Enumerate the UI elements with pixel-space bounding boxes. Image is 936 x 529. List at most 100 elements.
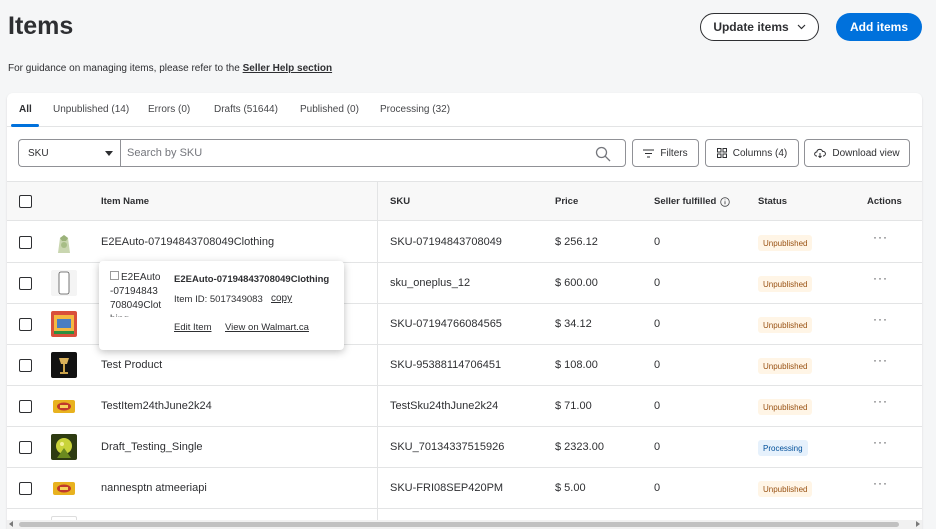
active-tab-indicator bbox=[11, 124, 39, 127]
row-checkbox[interactable] bbox=[19, 400, 32, 413]
broken-image-icon bbox=[110, 271, 119, 280]
item-name[interactable]: TestItem24thJune2k24 bbox=[101, 400, 212, 412]
filter-icon bbox=[643, 148, 655, 158]
tab-published[interactable]: Published (0) bbox=[300, 104, 359, 115]
item-sku: TestSku24thJune2k24 bbox=[390, 400, 499, 412]
item-thumbnail[interactable] bbox=[51, 475, 77, 501]
status-badge: Unpublished bbox=[758, 399, 813, 415]
popover-item-id: Item ID: 5017349083 bbox=[174, 294, 263, 305]
row-actions-menu-icon[interactable]: ··· bbox=[873, 230, 888, 244]
row-actions-menu-icon[interactable]: ··· bbox=[873, 476, 888, 490]
row-actions-menu-icon[interactable]: ··· bbox=[873, 312, 888, 326]
item-seller-fulfilled: 0 bbox=[654, 318, 661, 330]
row-checkbox[interactable] bbox=[19, 277, 32, 290]
download-view-button[interactable]: Download view bbox=[804, 139, 910, 167]
item-thumbnail[interactable] bbox=[51, 352, 77, 378]
item-seller-fulfilled: 0 bbox=[654, 359, 661, 371]
header-actions: Actions bbox=[867, 196, 902, 207]
select-all-checkbox[interactable] bbox=[19, 195, 32, 208]
item-thumbnail[interactable] bbox=[51, 270, 77, 296]
scroll-left-icon[interactable] bbox=[9, 521, 13, 527]
row-checkbox[interactable] bbox=[19, 318, 32, 331]
horizontal-scrollbar[interactable] bbox=[7, 520, 922, 529]
item-sku: SKU_70134337515926 bbox=[390, 441, 505, 453]
update-items-button[interactable]: Update items bbox=[700, 13, 819, 41]
tab-drafts[interactable]: Drafts (51644) bbox=[214, 104, 278, 115]
item-preview-popover: E2EAuto-07194843708049Clothing E2EAuto-0… bbox=[99, 261, 344, 350]
item-thumbnail[interactable] bbox=[51, 229, 77, 255]
copy-item-id-link[interactable]: copy bbox=[271, 293, 292, 304]
row-actions-menu-icon[interactable]: ··· bbox=[873, 271, 888, 285]
tab-processing[interactable]: Processing (32) bbox=[380, 104, 450, 115]
table-header: Item Name SKU Price Seller fulfilled Sta… bbox=[7, 181, 922, 221]
cloud-download-icon bbox=[814, 148, 827, 158]
status-badge: Unpublished bbox=[758, 481, 813, 497]
item-sku: SKU-FRI08SEP420PM bbox=[390, 482, 504, 494]
item-price: $ 5.00 bbox=[555, 482, 586, 494]
header-seller-fulfilled[interactable]: Seller fulfilled bbox=[654, 196, 730, 207]
guidance-text: For guidance on managing items, please r… bbox=[8, 63, 333, 74]
item-thumbnail[interactable] bbox=[51, 311, 77, 337]
header-sku[interactable]: SKU bbox=[390, 196, 410, 207]
table-row[interactable]: TestItem24thJune2k24 TestSku24thJune2k24 $… bbox=[7, 386, 922, 427]
status-badge: Unpublished bbox=[758, 317, 813, 333]
filters-button[interactable]: Filters bbox=[632, 139, 699, 167]
row-checkbox[interactable] bbox=[19, 441, 32, 454]
item-seller-fulfilled: 0 bbox=[654, 277, 661, 289]
tab-errors[interactable]: Errors (0) bbox=[148, 104, 190, 115]
item-name[interactable]: nannesptn atmeeriapi bbox=[101, 482, 207, 494]
item-thumbnail[interactable] bbox=[51, 393, 77, 419]
item-sku: SKU-07194843708049 bbox=[390, 236, 502, 248]
header-price[interactable]: Price bbox=[555, 196, 578, 207]
scrollbar-thumb[interactable] bbox=[19, 522, 899, 527]
item-name[interactable]: Test Product bbox=[101, 359, 162, 371]
sticky-column-divider bbox=[377, 181, 378, 529]
status-badge: Processing bbox=[758, 440, 808, 456]
search-input[interactable] bbox=[121, 147, 581, 159]
add-items-button[interactable]: Add items bbox=[836, 13, 922, 41]
item-price: $ 2323.00 bbox=[555, 441, 604, 453]
tab-unpublished[interactable]: Unpublished (14) bbox=[53, 104, 129, 115]
row-actions-menu-icon[interactable]: ··· bbox=[873, 394, 888, 408]
columns-button[interactable]: Columns (4) bbox=[705, 139, 799, 167]
row-checkbox[interactable] bbox=[19, 236, 32, 249]
status-badge: Unpublished bbox=[758, 276, 813, 292]
search-box bbox=[120, 139, 626, 167]
item-seller-fulfilled: 0 bbox=[654, 400, 661, 412]
item-sku: SKU-95388114706451 bbox=[390, 359, 502, 371]
item-price: $ 108.00 bbox=[555, 359, 598, 371]
item-sku: sku_oneplus_12 bbox=[390, 277, 471, 289]
table-row[interactable]: E2EAuto-07194843708049Clothing SKU-071948… bbox=[7, 222, 922, 263]
table-row[interactable]: nannesptn atmeeriapi SKU-FRI08SEP420PM $ 5… bbox=[7, 468, 922, 509]
item-name[interactable]: Draft_Testing_Single bbox=[101, 441, 203, 453]
row-checkbox[interactable] bbox=[19, 359, 32, 372]
search-type-select[interactable]: SKU bbox=[18, 139, 120, 167]
info-icon[interactable] bbox=[720, 196, 730, 207]
seller-help-link[interactable]: Seller Help section bbox=[243, 63, 332, 74]
row-actions-menu-icon[interactable]: ··· bbox=[873, 435, 888, 449]
page-title: Items bbox=[8, 12, 74, 40]
search-icon[interactable] bbox=[595, 146, 611, 162]
view-on-walmart-link[interactable]: View on Walmart.ca bbox=[225, 322, 309, 333]
popover-item-title: E2EAuto-07194843708049Clothing bbox=[174, 274, 330, 285]
scroll-right-icon[interactable] bbox=[916, 521, 920, 527]
row-checkbox[interactable] bbox=[19, 482, 32, 495]
table-row[interactable]: Draft_Testing_Single SKU_70134337515926 $ … bbox=[7, 427, 922, 468]
status-tabs: All Unpublished (14) Errors (0) Drafts (… bbox=[7, 93, 922, 127]
table-row[interactable]: Test Product SKU-95388114706451 $ 108.00 0 U… bbox=[7, 345, 922, 386]
item-thumbnail[interactable] bbox=[51, 434, 77, 460]
item-seller-fulfilled: 0 bbox=[654, 482, 661, 494]
status-badge: Unpublished bbox=[758, 235, 813, 251]
item-price: $ 71.00 bbox=[555, 400, 592, 412]
chevron-down-icon bbox=[797, 24, 806, 30]
item-price: $ 256.12 bbox=[555, 236, 598, 248]
item-price: $ 600.00 bbox=[555, 277, 598, 289]
edit-item-link[interactable]: Edit Item bbox=[174, 322, 212, 333]
item-sku: SKU-07194766084565 bbox=[390, 318, 502, 330]
item-name[interactable]: E2EAuto-07194843708049Clothing bbox=[101, 236, 274, 248]
item-seller-fulfilled: 0 bbox=[654, 441, 661, 453]
row-actions-menu-icon[interactable]: ··· bbox=[873, 353, 888, 367]
tab-all[interactable]: All bbox=[19, 104, 32, 115]
header-status[interactable]: Status bbox=[758, 196, 787, 207]
header-item-name[interactable]: Item Name bbox=[101, 196, 149, 207]
